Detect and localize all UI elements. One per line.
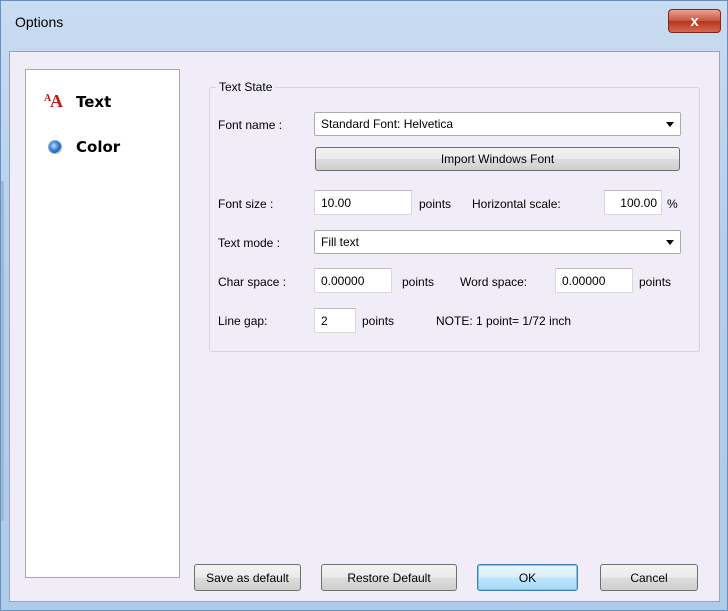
text-mode-value: Fill text: [321, 235, 360, 249]
font-size-unit: points: [419, 197, 452, 211]
chevron-down-icon: [666, 122, 674, 127]
close-button[interactable]: x: [668, 9, 721, 33]
radio-selected-icon: [44, 137, 66, 157]
group-title: Text State: [216, 80, 276, 94]
line-gap-input[interactable]: 2: [314, 308, 356, 333]
nav-item-label: Color: [76, 138, 121, 156]
char-space-label: Char space :: [218, 275, 287, 289]
word-space-label: Word space:: [460, 275, 528, 289]
font-size-label: Font size :: [218, 197, 274, 211]
font-name-label: Font name :: [218, 118, 283, 132]
window-edge: [1, 181, 4, 521]
word-space-unit: points: [639, 275, 672, 289]
word-space-input[interactable]: 0.00000: [555, 268, 633, 293]
ok-button[interactable]: OK: [477, 564, 578, 591]
font-size-input[interactable]: 10.00: [314, 190, 412, 215]
char-space-unit: points: [402, 275, 435, 289]
category-list: AA Text Color: [25, 69, 180, 578]
close-icon: x: [690, 12, 699, 30]
horizontal-scale-label: Horizontal scale:: [472, 197, 561, 211]
nav-item-label: Text: [76, 93, 112, 111]
import-windows-font-button[interactable]: Import Windows Font: [315, 147, 680, 171]
horizontal-scale-input[interactable]: 100.00: [604, 190, 662, 215]
horizontal-scale-unit: %: [667, 197, 678, 211]
save-as-default-button[interactable]: Save as default: [194, 564, 301, 591]
font-name-select[interactable]: Standard Font: Helvetica: [314, 112, 681, 136]
text-mode-label: Text mode :: [218, 236, 281, 250]
window-title: Options: [15, 14, 64, 30]
cancel-button[interactable]: Cancel: [600, 564, 698, 591]
font-aa-icon: AA: [44, 91, 63, 111]
text-mode-select[interactable]: Fill text: [314, 230, 681, 254]
nav-item-color[interactable]: Color: [44, 137, 120, 157]
point-note: NOTE: 1 point= 1/72 inch: [436, 314, 572, 328]
font-name-value: Standard Font: Helvetica: [321, 117, 454, 131]
char-space-input[interactable]: 0.00000: [314, 268, 392, 293]
nav-item-text[interactable]: AA Text: [44, 91, 112, 112]
line-gap-label: Line gap:: [218, 314, 268, 328]
line-gap-unit: points: [362, 314, 395, 328]
chevron-down-icon: [666, 240, 674, 245]
restore-default-button[interactable]: Restore Default: [321, 564, 457, 591]
